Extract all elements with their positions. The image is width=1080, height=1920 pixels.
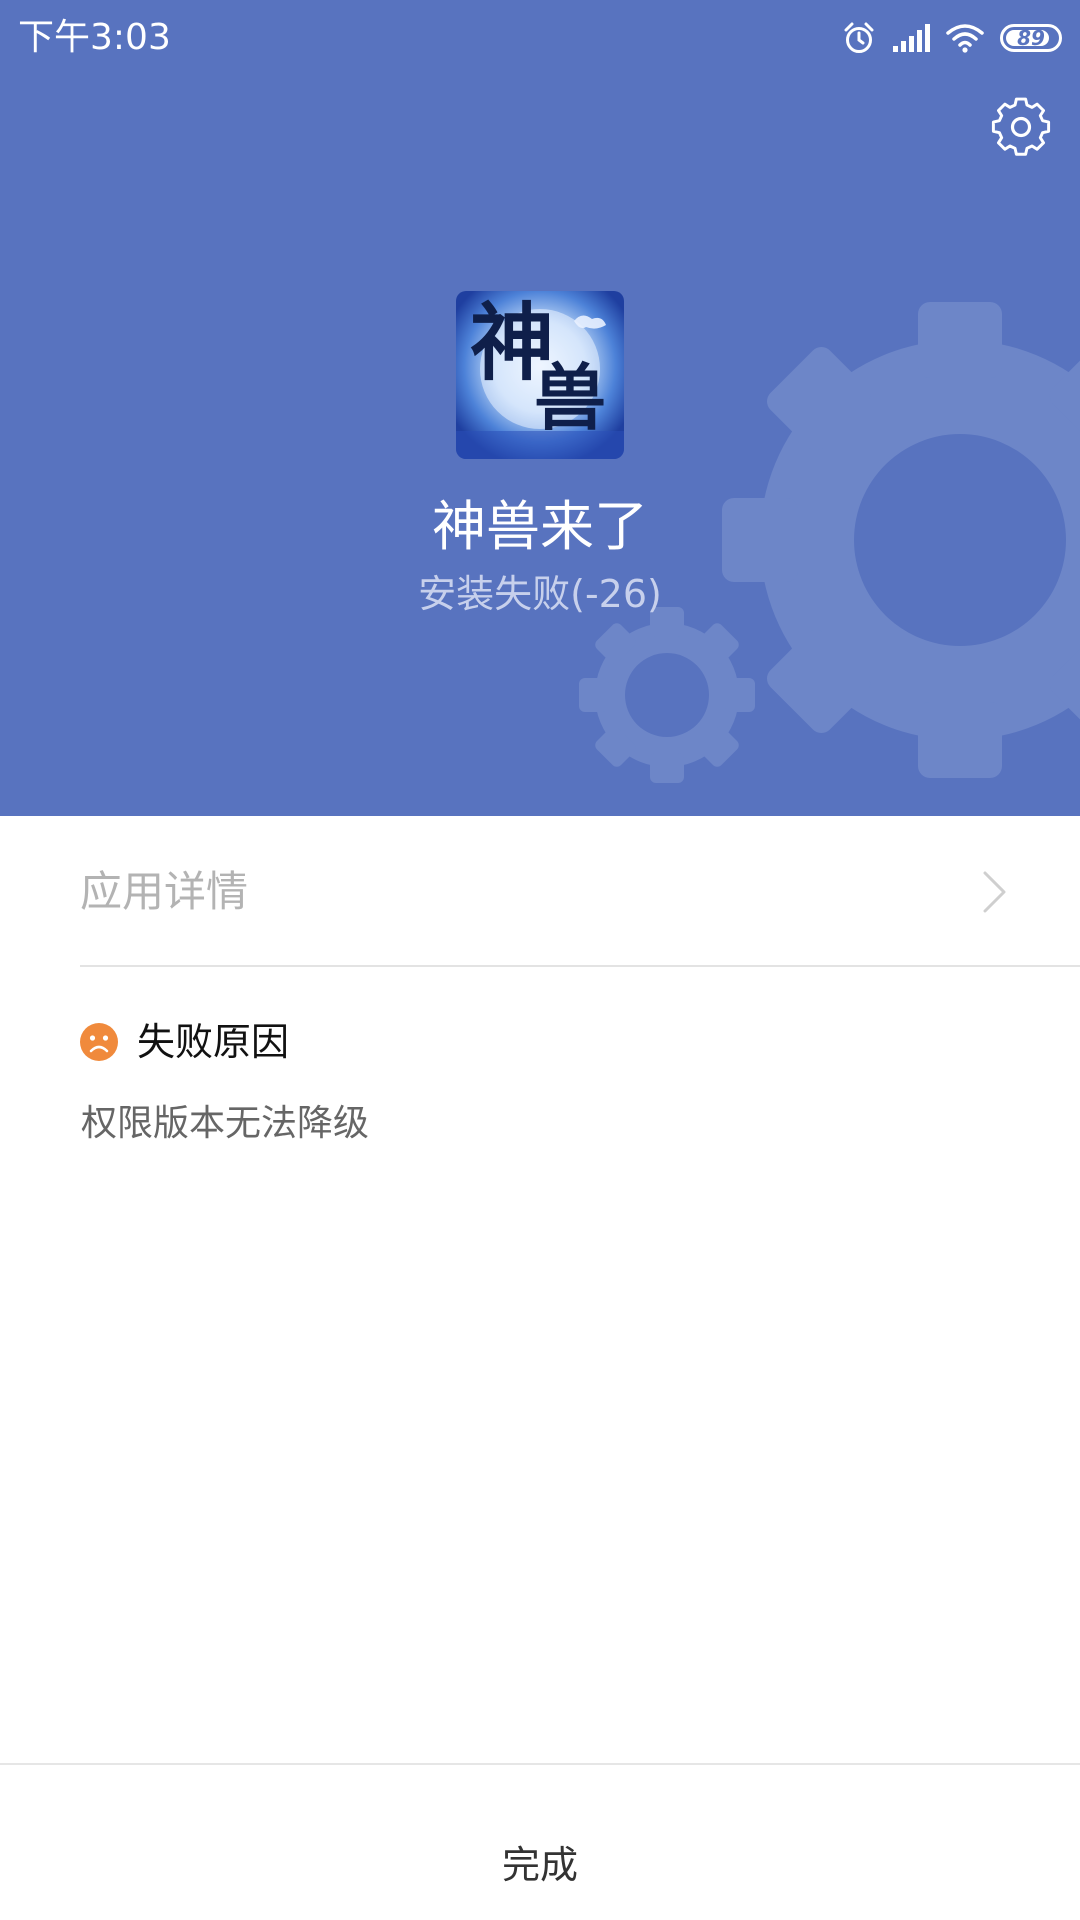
chevron-right-icon xyxy=(983,871,1006,913)
failure-heading: 失败原因 xyxy=(80,1016,289,1068)
settings-button[interactable] xyxy=(990,96,1052,158)
wifi-icon xyxy=(946,23,984,53)
status-time: 下午3:03 xyxy=(18,17,171,58)
header-panel: 下午3:03 89 神 兽 神兽来了 安装失败(-26) xyxy=(0,0,1080,816)
app-icon: 神 兽 xyxy=(456,291,624,459)
app-details-label: 应用详情 xyxy=(80,867,249,916)
failure-reason: 权限版本无法降级 xyxy=(81,1103,370,1144)
status-icons: 89 xyxy=(826,18,1062,58)
battery-level: 89 xyxy=(1017,26,1045,50)
bottom-action-bar: 完成 xyxy=(0,1763,1080,1920)
alarm-icon xyxy=(842,21,876,55)
battery-icon: 89 xyxy=(1000,24,1062,52)
sad-face-icon xyxy=(80,1023,118,1061)
gear-icon xyxy=(991,97,1051,156)
app-icon-glyph: 兽 xyxy=(534,355,607,440)
install-status: 安装失败(-26) xyxy=(418,572,662,616)
app-name: 神兽来了 xyxy=(432,495,648,558)
done-button[interactable]: 完成 xyxy=(0,1765,1080,1920)
failure-title: 失败原因 xyxy=(137,1020,290,1064)
signal-icon xyxy=(892,23,930,53)
battery-indicator: 89 xyxy=(1000,24,1062,52)
status-bar: 下午3:03 89 xyxy=(0,0,1080,76)
app-details-row[interactable]: 应用详情 xyxy=(80,816,1080,967)
install-result-screen: 下午3:03 89 神 兽 神兽来了 安装失败(-26) 应用详情 失败原因 权… xyxy=(0,0,1080,1920)
